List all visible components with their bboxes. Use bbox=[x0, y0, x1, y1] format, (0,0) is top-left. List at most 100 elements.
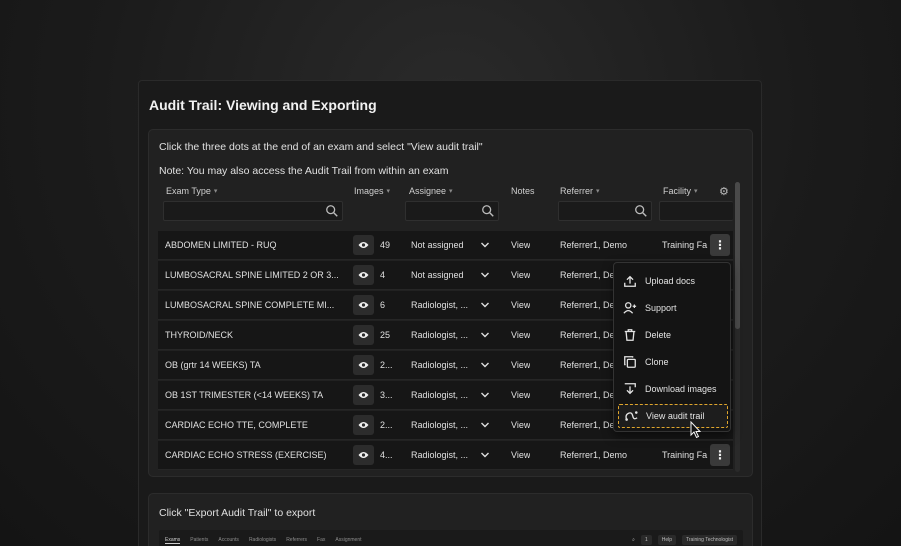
copy-icon bbox=[624, 356, 636, 368]
exam-type-filter-input[interactable] bbox=[163, 201, 343, 221]
notes-view-link[interactable]: View bbox=[511, 240, 530, 250]
table-scrollbar[interactable] bbox=[735, 182, 740, 472]
sort-caret-icon: ▾ bbox=[386, 188, 391, 195]
images-count: 2... bbox=[380, 420, 393, 430]
export-instruction-text: Click "Export Audit Trail" to export bbox=[159, 507, 316, 519]
column-header-referrer[interactable]: Referrer ▾ bbox=[560, 186, 600, 196]
menu-item-delete[interactable]: Delete bbox=[618, 323, 728, 347]
notes-view-link[interactable]: View bbox=[511, 450, 530, 460]
menu-item-download-images[interactable]: Download images bbox=[618, 377, 728, 401]
eye-icon[interactable] bbox=[353, 325, 374, 345]
exam-type-cell: OB 1ST TRIMESTER (<14 WEEKS) TA bbox=[165, 390, 324, 400]
chevron-down-icon[interactable] bbox=[480, 360, 490, 370]
exam-type-cell: ABDOMEN LIMITED - RUQ bbox=[165, 240, 277, 250]
sort-caret-icon: ▾ bbox=[213, 188, 218, 195]
column-header-images[interactable]: Images ▾ bbox=[354, 186, 390, 196]
column-header-assignee[interactable]: Assignee ▾ bbox=[409, 186, 453, 196]
table-row[interactable]: ABDOMEN LIMITED - RUQ 49 Not assigned Vi… bbox=[158, 231, 733, 260]
eye-icon[interactable] bbox=[353, 235, 374, 255]
referrer-cell: Referrer1, Demo bbox=[560, 240, 628, 250]
upload-icon bbox=[624, 275, 636, 287]
eye-icon[interactable] bbox=[353, 265, 374, 285]
images-count: 4... bbox=[380, 450, 393, 460]
menu-item-view-audit-trail[interactable]: View audit trail bbox=[618, 404, 728, 428]
notes-view-link[interactable]: View bbox=[511, 330, 530, 340]
notes-view-link[interactable]: View bbox=[511, 390, 530, 400]
chevron-down-icon[interactable] bbox=[480, 330, 490, 340]
menu-label: View audit trail bbox=[646, 411, 705, 421]
mini-search-icon: ⌕ bbox=[632, 537, 635, 543]
assignee-cell: Radiologist, ... bbox=[411, 330, 469, 340]
notes-view-link[interactable]: View bbox=[511, 270, 530, 280]
instruction-text: Click the three dots at the end of an ex… bbox=[159, 141, 483, 153]
notes-view-link[interactable]: View bbox=[511, 300, 530, 310]
notes-view-link[interactable]: View bbox=[511, 420, 530, 430]
menu-item-upload-docs[interactable]: Upload docs bbox=[618, 269, 728, 293]
gear-icon[interactable]: ⚙ bbox=[719, 185, 729, 198]
referrer-cell: Referrer1, De bbox=[560, 300, 615, 310]
export-card: Click "Export Audit Trail" to export Exa… bbox=[148, 493, 753, 546]
assignee-cell: Not assigned bbox=[411, 240, 464, 250]
facility-filter-input[interactable] bbox=[659, 201, 733, 221]
column-header-facility[interactable]: Facility ▾ bbox=[663, 186, 698, 196]
column-label: Facility bbox=[663, 186, 692, 196]
referrer-filter-input[interactable] bbox=[558, 201, 652, 221]
images-count: 4 bbox=[380, 270, 386, 280]
menu-label: Delete bbox=[645, 330, 672, 340]
images-count: 6 bbox=[380, 300, 386, 310]
eye-icon[interactable] bbox=[353, 385, 374, 405]
mini-nav-tabs: Exams Patients Accounts Radiologists Ref… bbox=[165, 537, 362, 544]
download-icon bbox=[624, 383, 636, 395]
search-icon bbox=[482, 205, 494, 217]
table-row[interactable]: CARDIAC ECHO STRESS (EXERCISE) 4... Radi… bbox=[158, 441, 733, 470]
eye-icon[interactable] bbox=[353, 415, 374, 435]
note-text: Note: You may also access the Audit Trai… bbox=[159, 165, 449, 177]
referrer-cell: Referrer1, De bbox=[560, 330, 615, 340]
column-label: Assignee bbox=[409, 186, 447, 196]
mouse-pointer-icon bbox=[690, 421, 702, 439]
facility-cell: Training Fa bbox=[662, 450, 708, 460]
eye-icon[interactable] bbox=[353, 445, 374, 465]
mini-tab-fax: Fax bbox=[317, 537, 326, 543]
exam-type-cell: LUMBOSACRAL SPINE LIMITED 2 OR 3... bbox=[165, 270, 339, 280]
user-plus-icon bbox=[623, 302, 637, 314]
column-header-exam-type[interactable]: Exam Type ▾ bbox=[166, 186, 217, 196]
search-icon bbox=[635, 205, 647, 217]
assignee-cell: Radiologist, ... bbox=[411, 420, 469, 430]
mini-notification-count: 1 bbox=[640, 535, 652, 545]
chevron-down-icon[interactable] bbox=[480, 270, 490, 280]
assignee-filter-input[interactable] bbox=[405, 201, 499, 221]
facility-cell: Training Fa bbox=[662, 240, 708, 250]
referrer-cell: Referrer1, Demo bbox=[560, 450, 628, 460]
exam-type-cell: OB (grtr 14 WEEKS) TA bbox=[165, 360, 261, 370]
mini-tab-accounts: Accounts bbox=[218, 537, 239, 543]
mini-tab-patients: Patients bbox=[190, 537, 209, 543]
mini-tab-referrers: Referrers bbox=[286, 537, 308, 543]
mini-tab-exams: Exams bbox=[165, 537, 181, 544]
menu-item-clone[interactable]: Clone bbox=[618, 350, 728, 374]
chevron-down-icon[interactable] bbox=[480, 450, 490, 460]
assignee-cell: Radiologist, ... bbox=[411, 360, 469, 370]
eye-icon[interactable] bbox=[353, 295, 374, 315]
column-header-notes[interactable]: Notes bbox=[511, 186, 535, 196]
column-label: Referrer bbox=[560, 186, 594, 196]
mini-tab-assignment: Assignment bbox=[335, 537, 362, 543]
eye-icon[interactable] bbox=[353, 355, 374, 375]
mini-nav-right: ⌕ 1 Help Training Technologist bbox=[632, 535, 737, 545]
chevron-down-icon[interactable] bbox=[480, 240, 490, 250]
mini-user: Training Technologist bbox=[682, 535, 737, 545]
images-count: 3... bbox=[380, 390, 393, 400]
mini-tab-radiologists: Radiologists bbox=[248, 537, 277, 543]
more-options-button[interactable]: ⋮ bbox=[710, 444, 730, 466]
exam-context-menu: Upload docs Support Delete Clone Downloa… bbox=[613, 262, 731, 432]
chevron-down-icon[interactable] bbox=[480, 300, 490, 310]
menu-item-support[interactable]: Support bbox=[618, 296, 728, 320]
assignee-cell: Radiologist, ... bbox=[411, 300, 469, 310]
scrollbar-thumb[interactable] bbox=[735, 182, 740, 329]
audit-trail-icon bbox=[625, 411, 638, 421]
chevron-down-icon[interactable] bbox=[480, 420, 490, 430]
more-options-button[interactable]: ⋮ bbox=[710, 234, 730, 256]
notes-view-link[interactable]: View bbox=[511, 360, 530, 370]
exam-type-cell: CARDIAC ECHO STRESS (EXERCISE) bbox=[165, 450, 327, 460]
chevron-down-icon[interactable] bbox=[480, 390, 490, 400]
